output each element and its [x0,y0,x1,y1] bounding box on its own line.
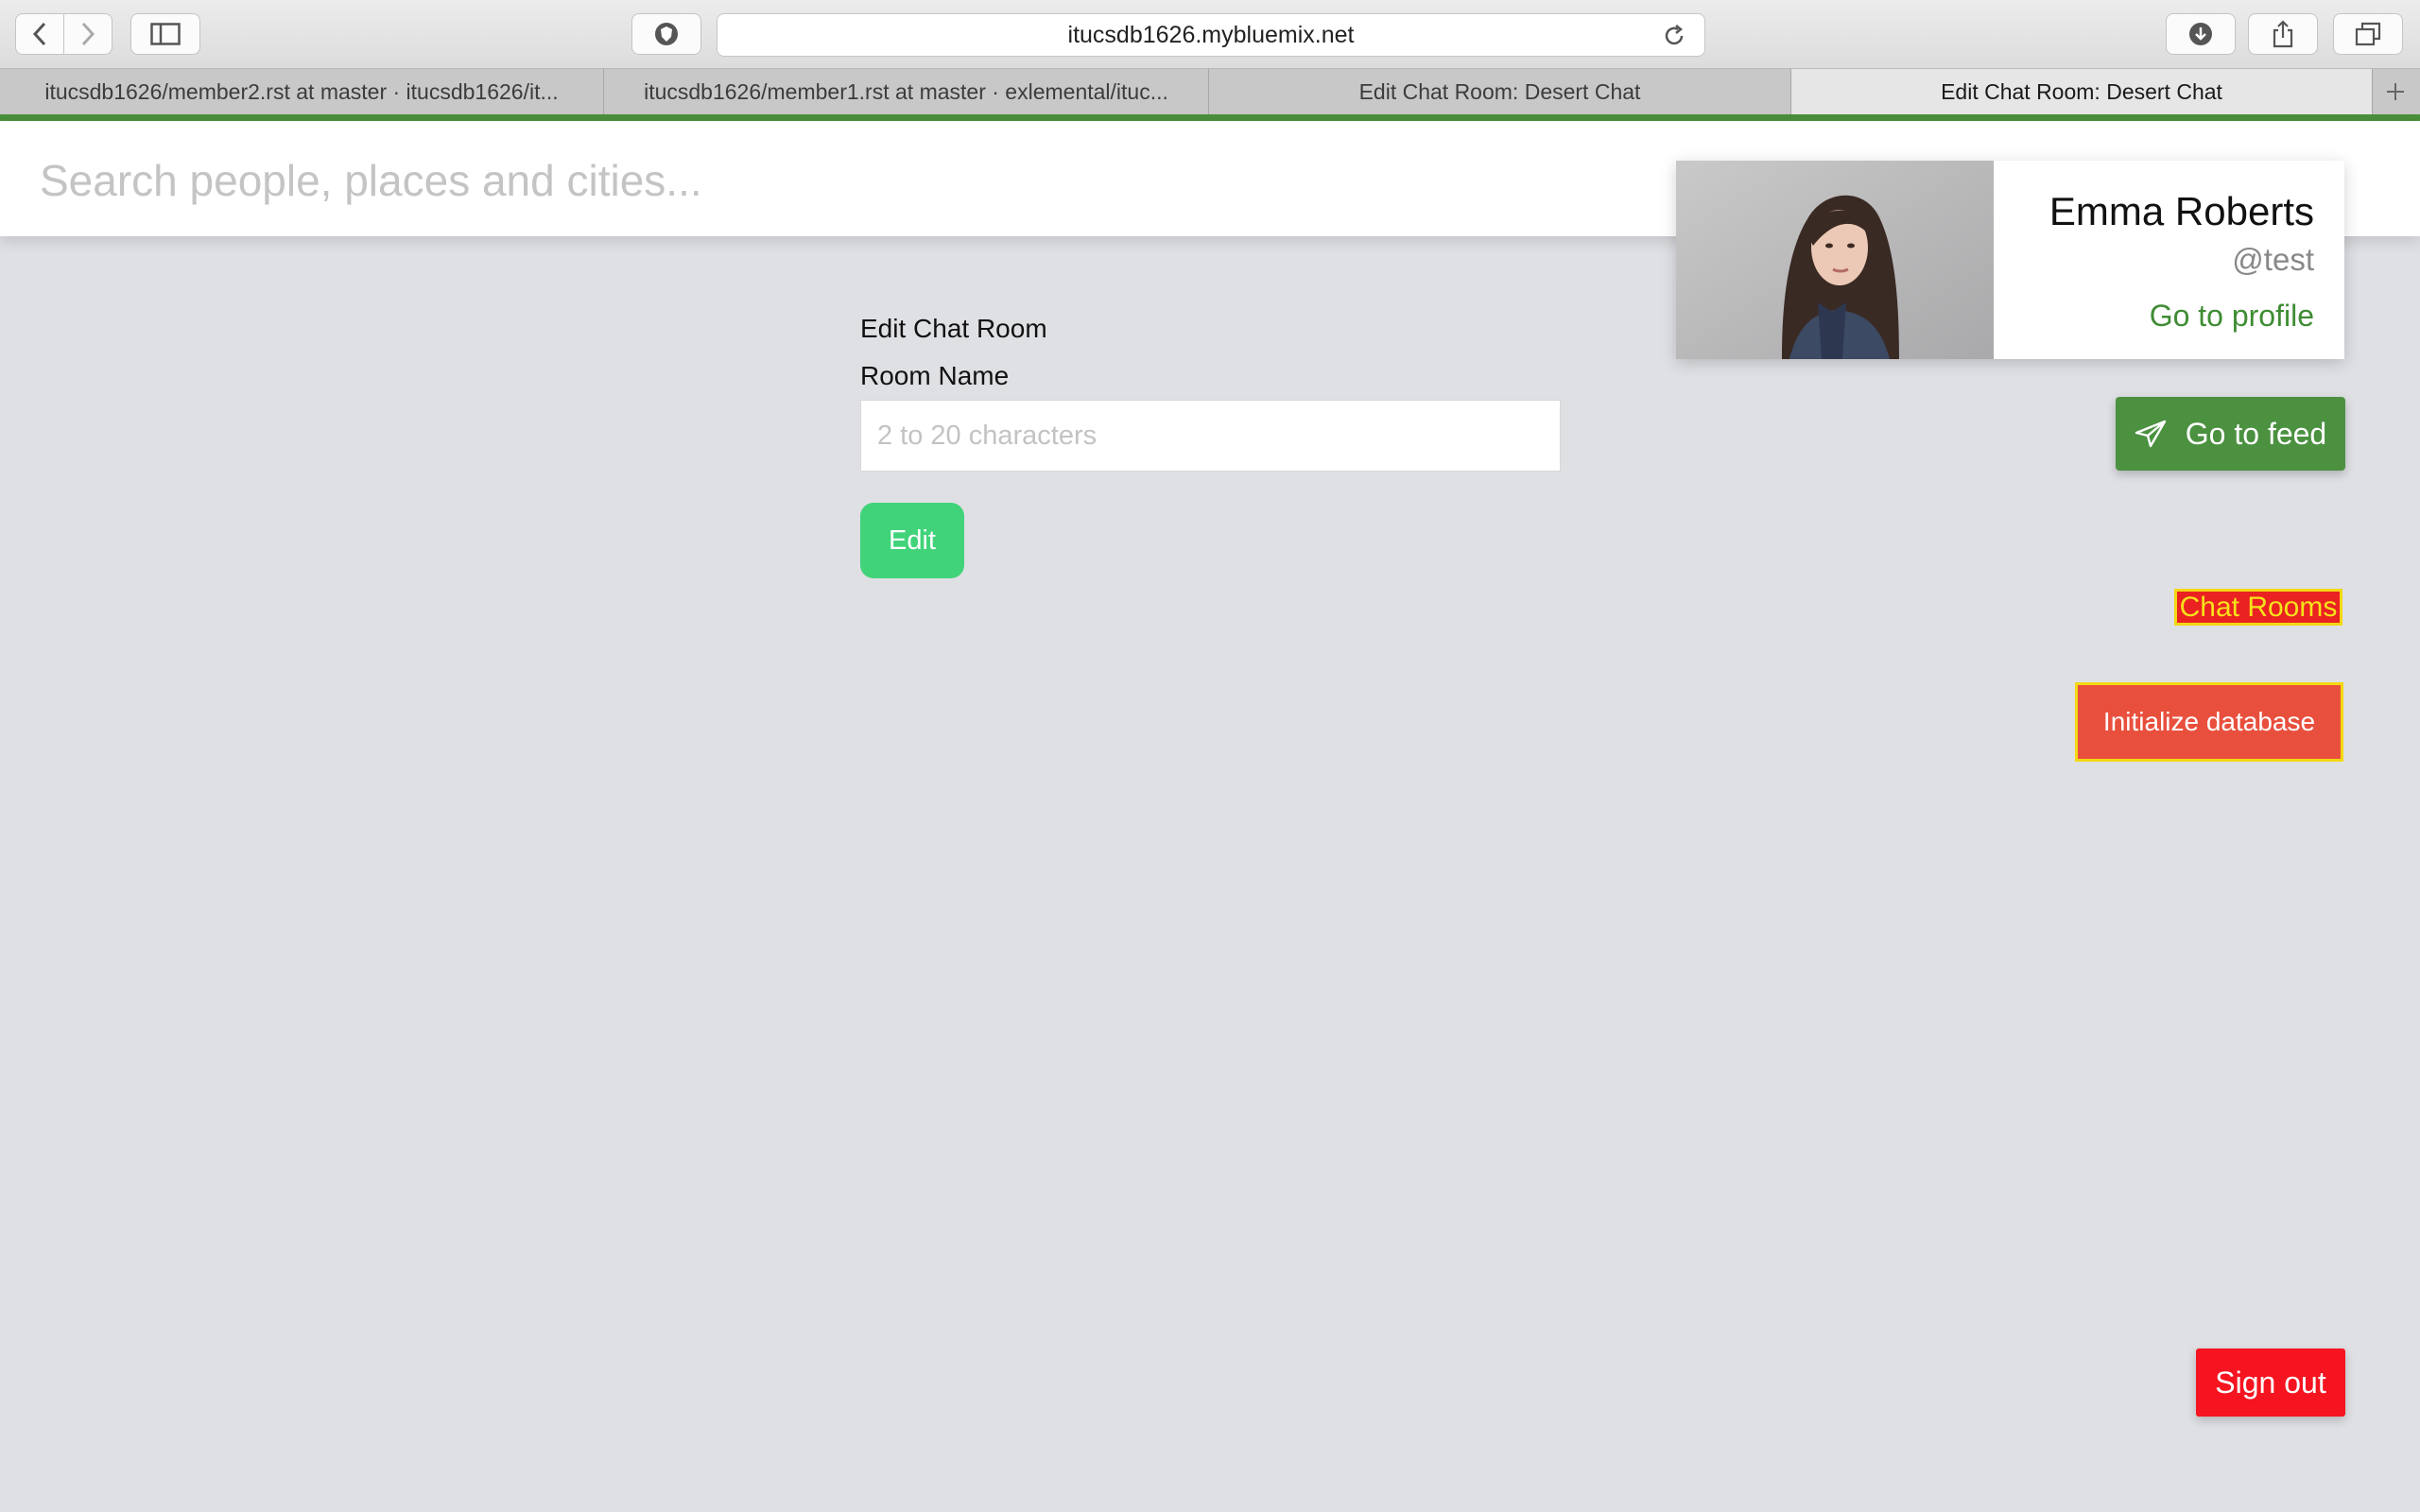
tab-member1[interactable]: itucsdb1626/member1.rst at master · exle… [604,69,1209,114]
tab-title: itucsdb1626/member2.rst at master · ituc… [44,78,559,104]
search-input[interactable] [38,149,1649,212]
privacy-shield-button[interactable] [631,13,701,55]
url-text: itucsdb1626.mybluemix.net [1067,21,1355,48]
tab-bar: itucsdb1626/member2.rst at master · ituc… [0,69,2420,115]
back-button[interactable] [15,13,64,55]
sidebar-icon [150,23,181,45]
plus-icon [2387,83,2404,100]
paper-plane-icon [2135,420,2166,448]
profile-card: Emma Roberts @test Go to profile [1676,161,2344,359]
go-to-profile-link[interactable]: Go to profile [2150,299,2314,334]
tab-edit-chat-room-active[interactable]: Edit Chat Room: Desert Chat [1791,69,2373,114]
share-icon [2273,20,2293,48]
chat-rooms-link[interactable]: Chat Rooms [2174,589,2342,626]
tab-title: Edit Chat Room: Desert Chat [1358,78,1641,104]
tab-member2[interactable]: itucsdb1626/member2.rst at master · ituc… [0,69,604,114]
download-icon [2189,23,2212,45]
share-button[interactable] [2248,13,2318,55]
address-bar[interactable]: itucsdb1626.mybluemix.net [717,13,1705,57]
chevron-left-icon [32,22,46,46]
tab-overview-button[interactable] [2333,13,2403,55]
shield-icon [655,23,678,45]
browser-toolbar: itucsdb1626.mybluemix.net [0,0,2420,69]
page-accent-bar [0,114,2420,121]
downloads-button[interactable] [2166,13,2236,55]
tab-edit-chat-room[interactable]: Edit Chat Room: Desert Chat [1209,69,1791,114]
profile-handle: @test [2232,242,2314,277]
go-to-feed-label: Go to feed [2185,416,2327,451]
edit-submit-button[interactable]: Edit [860,503,964,578]
forward-button[interactable] [63,13,112,55]
chevron-right-icon [81,22,95,46]
go-to-feed-button[interactable]: Go to feed [2116,397,2345,471]
room-name-input[interactable] [860,400,1561,472]
sidebar-toggle-button[interactable] [130,13,200,55]
profile-name: Emma Roberts [2048,189,2314,233]
reload-icon[interactable] [1661,23,1687,49]
tab-title: itucsdb1626/member1.rst at master · exle… [644,78,1168,104]
sign-out-button[interactable]: Sign out [2196,1349,2345,1417]
tabs-icon [2355,22,2381,46]
room-name-label: Room Name [860,361,1010,390]
initialize-database-button[interactable]: Initialize database [2075,682,2343,762]
new-tab-button[interactable] [2371,69,2420,114]
tab-title: Edit Chat Room: Desert Chat [1941,78,2222,104]
avatar [1676,161,1994,359]
page-title: Edit Chat Room [860,314,1047,343]
